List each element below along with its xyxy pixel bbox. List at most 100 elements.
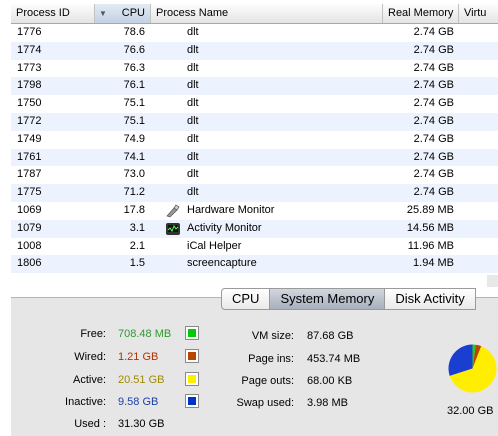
process-table[interactable]: Process ID ▼ CPU Process Name Real Memor… (11, 4, 498, 275)
inactive-value: 9.58 GB (118, 396, 159, 408)
process-name-cell: dlt (187, 97, 199, 110)
process-id-cell: 1079 (17, 221, 42, 234)
process-name-cell: dlt (187, 114, 199, 127)
column-label: Real Memory (388, 7, 454, 19)
process-id-cell: 1787 (17, 168, 42, 181)
cpu-cell: 3.1 (129, 221, 145, 234)
table-row[interactable]: 1806 1.5 screencapture 1.94 MB (11, 255, 498, 274)
real-memory-cell: 2.74 GB (413, 97, 454, 110)
cpu-cell: 74.9 (123, 132, 145, 145)
process-name-cell: dlt (187, 186, 199, 199)
cpu-cell: 2.1 (129, 239, 145, 252)
process-id-cell: 1069 (17, 203, 42, 216)
swap-used-label: Swap used: (236, 397, 294, 409)
table-row[interactable]: 1761 74.1 dlt 2.74 GB (11, 148, 498, 167)
page-outs-value: 68.00 KB (307, 375, 353, 387)
real-memory-cell: 1.94 MB (413, 257, 454, 270)
process-id-cell: 1761 (17, 150, 42, 163)
column-header-process-id[interactable]: Process ID (11, 4, 95, 23)
tab-system-memory[interactable]: System Memory (270, 288, 386, 310)
memory-pie-chart (448, 344, 497, 393)
free-value: 708.48 MB (118, 328, 172, 340)
process-name-cell: dlt (187, 150, 199, 163)
wired-value: 1.21 GB (118, 351, 159, 363)
table-row[interactable]: 1787 73.0 dlt 2.74 GB (11, 166, 498, 184)
process-name-cell: dlt (187, 43, 199, 56)
real-memory-cell: 11.96 MB (407, 239, 454, 252)
real-memory-cell: 2.74 GB (413, 114, 454, 127)
real-memory-cell: 2.74 GB (413, 26, 454, 38)
cpu-cell: 74.1 (123, 150, 145, 163)
table-row[interactable]: 1008 2.1 iCal Helper 11.96 MB (11, 238, 498, 256)
process-name-cell: dlt (187, 79, 199, 92)
process-name-cell: Hardware Monitor (187, 203, 275, 216)
tab-cpu[interactable]: CPU (221, 288, 271, 310)
process-name-cell: screencapture (187, 257, 257, 270)
process-name-cell: dlt (187, 61, 199, 74)
table-row[interactable]: 1069 17.8 Hardware Monitor 25.89 MB (11, 202, 498, 220)
table-row[interactable]: 1776 78.6 dlt 2.74 GB (11, 24, 498, 42)
cpu-cell: 75.1 (123, 97, 145, 110)
column-header-real-memory[interactable]: Real Memory (383, 4, 459, 23)
table-row[interactable]: 1749 74.9 dlt 2.74 GB (11, 131, 498, 149)
wired-label: Wired: (74, 351, 106, 363)
info-panel (11, 297, 498, 436)
table-row[interactable]: 1798 76.1 dlt 2.74 GB (11, 77, 498, 96)
process-id-cell: 1773 (17, 61, 42, 74)
cpu-cell: 1.5 (129, 257, 145, 270)
hardware-monitor-icon (165, 204, 181, 218)
process-id-cell: 1749 (17, 132, 42, 145)
table-row[interactable]: 1774 76.6 dlt 2.74 GB (11, 41, 498, 60)
used-label: Used : (74, 418, 106, 430)
real-memory-cell: 2.74 GB (413, 168, 454, 181)
horizontal-scrollbar[interactable] (487, 275, 498, 287)
page-ins-value: 453.74 MB (307, 353, 361, 365)
real-memory-cell: 2.74 GB (413, 79, 454, 92)
table-body: 1776 78.6 dlt 2.74 GB 1774 76.6 dlt 2.74 GB 1773… (11, 24, 498, 274)
column-label: Virtu (464, 7, 487, 19)
table-row[interactable]: 1773 76.3 dlt 2.74 GB (11, 60, 498, 78)
sort-descending-icon: ▼ (99, 9, 107, 18)
page-ins-label: Page ins: (248, 353, 294, 365)
table-row[interactable]: 1079 3.1 Activity Monitor 14.56 MB (11, 219, 498, 238)
swap-used-value: 3.98 MB (307, 397, 348, 409)
total-memory: 32.00 GB (447, 405, 494, 417)
process-name-cell: dlt (187, 168, 199, 181)
real-memory-cell: 2.74 GB (413, 43, 454, 56)
tab-bar: CPU System Memory Disk Activity (221, 288, 476, 310)
real-memory-cell: 2.74 GB (413, 150, 454, 163)
cpu-cell: 76.6 (123, 43, 145, 56)
process-name-cell: Activity Monitor (187, 221, 262, 234)
process-name-cell: dlt (187, 132, 199, 145)
column-header-process-name[interactable]: Process Name (151, 4, 383, 23)
cpu-cell: 17.8 (123, 203, 145, 216)
cpu-cell: 71.2 (123, 186, 145, 199)
table-header: Process ID ▼ CPU Process Name Real Memor… (11, 4, 498, 24)
page-outs-label: Page outs: (241, 375, 294, 387)
process-id-cell: 1798 (17, 79, 42, 92)
real-memory-cell: 2.74 GB (413, 132, 454, 145)
column-header-virtual-memory[interactable]: Virtu (459, 4, 498, 23)
cpu-cell: 78.6 (123, 26, 145, 38)
cpu-cell: 75.1 (123, 114, 145, 127)
used-value: 31.30 GB (118, 418, 165, 430)
cpu-cell: 73.0 (123, 168, 145, 181)
process-id-cell: 1776 (17, 26, 42, 38)
process-id-cell: 1774 (17, 43, 42, 56)
cpu-cell: 76.3 (123, 61, 145, 74)
column-header-cpu[interactable]: ▼ CPU (95, 4, 151, 23)
real-memory-cell: 2.74 GB (413, 186, 454, 199)
column-label: Process Name (156, 7, 229, 19)
table-row[interactable]: 1772 75.1 dlt 2.74 GB (11, 112, 498, 131)
column-label: Process ID (16, 7, 70, 19)
table-row[interactable]: 1775 71.2 dlt 2.74 GB (11, 184, 498, 202)
tab-disk-activity[interactable]: Disk Activity (385, 288, 476, 310)
vm-size-label: VM size: (251, 330, 294, 342)
active-label: Active: (72, 374, 106, 386)
process-id-cell: 1008 (17, 239, 42, 252)
activity-monitor-icon (165, 222, 181, 236)
real-memory-cell: 2.74 GB (413, 61, 454, 74)
table-row[interactable]: 1750 75.1 dlt 2.74 GB (11, 95, 498, 113)
process-id-cell: 1806 (17, 257, 42, 270)
process-id-cell: 1772 (17, 114, 42, 127)
